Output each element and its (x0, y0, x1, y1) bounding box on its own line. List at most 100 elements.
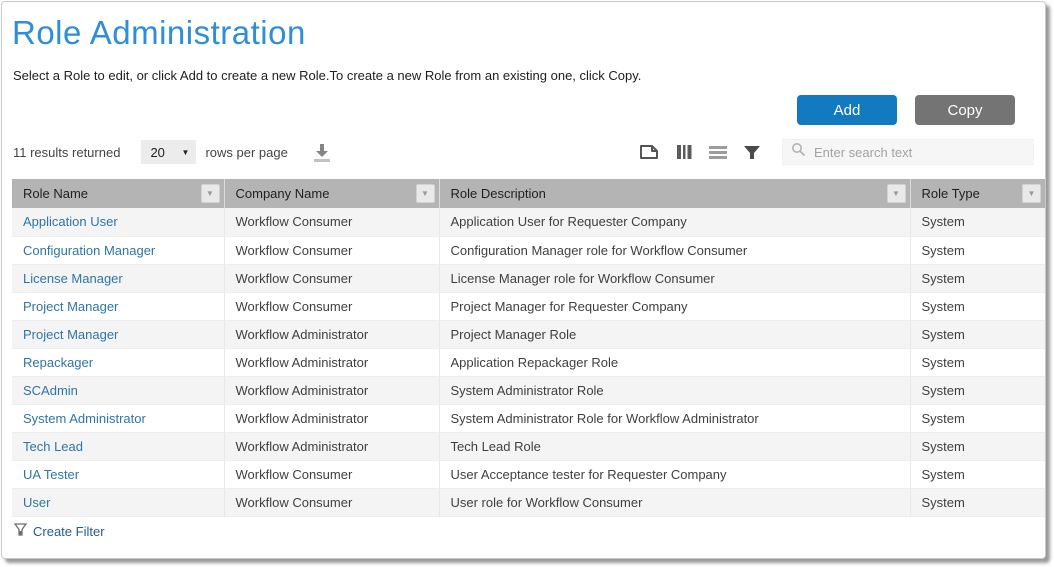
page-subtitle: Select a Role to edit, or click Add to c… (13, 68, 1045, 83)
column-header-label: Company Name (236, 186, 330, 201)
role-name-link[interactable]: License Manager (23, 271, 123, 286)
table-row: Repackager Workflow AdministratorApplicat… (12, 348, 1045, 376)
role-name-link[interactable]: Configuration Manager (23, 243, 155, 258)
role-description-cell: Application Repackager Role (439, 348, 910, 376)
role-type-cell: System (910, 376, 1045, 404)
search-input[interactable] (814, 145, 1025, 160)
company-name-cell: Workflow Administrator (224, 432, 439, 460)
table-row: Project ManagerWorkflow AdministratorPro… (12, 320, 1045, 348)
role-type-cell: System (910, 404, 1045, 432)
column-dropdown-icon[interactable]: ▼ (201, 184, 220, 203)
role-name-link[interactable]: SCAdmin (23, 383, 78, 398)
role-type-cell: System (910, 432, 1045, 460)
role-description-cell: System Administrator Role (439, 376, 910, 404)
table-row: Configuration Manager Workflow ConsumerCo… (12, 236, 1045, 264)
toolbar-left: 11 results returned 20 ▼ rows per page (13, 140, 333, 164)
role-name-cell: License Manager (12, 264, 224, 292)
role-name-cell: Configuration Manager (12, 236, 224, 264)
role-name-cell: User (12, 488, 224, 516)
role-name-link[interactable]: UA Tester (23, 467, 79, 482)
filter-funnel-icon (14, 523, 27, 540)
column-header-company-name[interactable]: Company Name ▼ (224, 179, 439, 208)
company-name-cell: Workflow Consumer (224, 292, 439, 320)
column-header-role-description[interactable]: Role Description ▼ (439, 179, 910, 208)
table-row: User Workflow ConsumerUser role for Workf… (12, 488, 1045, 516)
role-description-cell: Application User for Requester Company (439, 208, 910, 236)
role-name-link[interactable]: User (23, 495, 50, 510)
table-body: Application UserWorkflow ConsumerApplica… (12, 208, 1045, 516)
role-type-cell: System (910, 320, 1045, 348)
role-name-cell: Project Manager (12, 292, 224, 320)
table-row: SCAdminWorkflow AdministratorSystem Admi… (12, 376, 1045, 404)
role-name-link[interactable]: Application User (23, 214, 118, 229)
role-name-link[interactable]: Project Manager (23, 299, 118, 314)
role-name-link[interactable]: Project Manager (23, 327, 118, 342)
column-header-label: Role Name (23, 186, 88, 201)
role-administration-panel: Role Administration Select a Role to edi… (1, 1, 1046, 559)
filter-icon[interactable] (743, 144, 761, 161)
column-dropdown-icon[interactable]: ▼ (887, 184, 906, 203)
column-header-role-type[interactable]: Role Type ▼ (910, 179, 1045, 208)
company-name-cell: Workflow Consumer (224, 488, 439, 516)
company-name-cell: Workflow Administrator (224, 320, 439, 348)
table-row: Tech Lead Workflow AdministratorTech Lead… (12, 432, 1045, 460)
table-row: License Manager Workflow ConsumerLicense … (12, 264, 1045, 292)
copy-button[interactable]: Copy (915, 95, 1015, 125)
role-description-cell: System Administrator Role for Workflow A… (439, 404, 910, 432)
search-box (782, 139, 1034, 165)
rows-per-page-value: 20 (150, 145, 164, 160)
roles-table: Role Name ▼ Company Name ▼ Role Descriptio… (12, 179, 1045, 517)
role-name-cell: UA Tester (12, 460, 224, 488)
column-dropdown-icon[interactable]: ▼ (416, 184, 435, 203)
role-type-cell: System (910, 292, 1045, 320)
toolbar-right (638, 139, 1034, 165)
company-name-cell: Workflow Consumer (224, 460, 439, 488)
column-header-label: Role Type (922, 186, 980, 201)
role-name-cell: Application User (12, 208, 224, 236)
company-name-cell: Workflow Administrator (224, 404, 439, 432)
role-name-cell: Repackager (12, 348, 224, 376)
table-row: System Administrator Workflow Administrat… (12, 404, 1045, 432)
role-description-cell: License Manager role for Workflow Consum… (439, 264, 910, 292)
column-header-role-name[interactable]: Role Name ▼ (12, 179, 224, 208)
results-count: 11 results returned (13, 145, 120, 160)
rows-per-page-select[interactable]: 20 ▼ (141, 140, 196, 164)
page-title: Role Administration (12, 14, 1045, 52)
role-description-cell: Project Manager for Requester Company (439, 292, 910, 320)
role-type-cell: System (910, 208, 1045, 236)
row-lines-icon[interactable] (708, 144, 728, 160)
company-name-cell: Workflow Consumer (224, 264, 439, 292)
role-type-cell: System (910, 348, 1045, 376)
company-name-cell: Workflow Administrator (224, 348, 439, 376)
create-filter-link[interactable]: Create Filter (14, 523, 105, 540)
page-icon[interactable] (638, 143, 660, 161)
role-name-link[interactable]: Tech Lead (23, 439, 83, 454)
role-name-cell: Tech Lead (12, 432, 224, 460)
role-description-cell: Configuration Manager role for Workflow … (439, 236, 910, 264)
role-description-cell: Tech Lead Role (439, 432, 910, 460)
column-dropdown-icon[interactable]: ▼ (1022, 184, 1041, 203)
table-row: Project Manager Workflow ConsumerProject … (12, 292, 1045, 320)
role-name-cell: System Administrator (12, 404, 224, 432)
role-description-cell: User role for Workflow Consumer (439, 488, 910, 516)
rows-per-page-label: rows per page (205, 145, 287, 160)
role-type-cell: System (910, 460, 1045, 488)
grid-toolbar: 11 results returned 20 ▼ rows per page (13, 138, 1034, 166)
role-description-cell: User Acceptance tester for Requester Com… (439, 460, 910, 488)
column-chooser-icon[interactable] (675, 143, 693, 161)
download-icon[interactable] (311, 142, 333, 163)
table-header-row: Role Name ▼ Company Name ▼ Role Descriptio… (12, 179, 1045, 208)
role-name-cell: SCAdmin (12, 376, 224, 404)
role-type-cell: System (910, 488, 1045, 516)
role-name-link[interactable]: Repackager (23, 355, 93, 370)
table-row: UA Tester Workflow ConsumerUser Acceptanc… (12, 460, 1045, 488)
add-button[interactable]: Add (797, 95, 897, 125)
column-header-label: Role Description (451, 186, 546, 201)
role-name-cell: Project Manager (12, 320, 224, 348)
company-name-cell: Workflow Consumer (224, 236, 439, 264)
chevron-down-icon: ▼ (182, 148, 190, 157)
role-type-cell: System (910, 236, 1045, 264)
search-icon (791, 142, 806, 162)
action-buttons: Add Copy (2, 95, 1015, 125)
role-name-link[interactable]: System Administrator (23, 411, 146, 426)
